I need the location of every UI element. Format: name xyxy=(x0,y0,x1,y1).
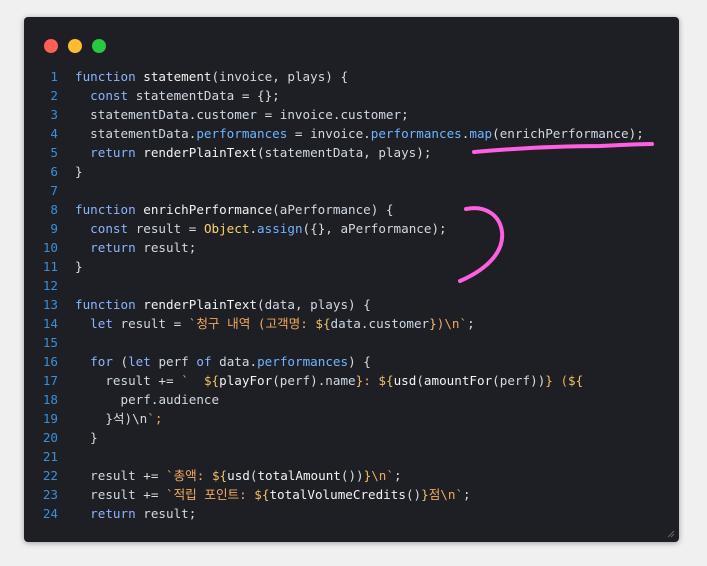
code-text: return result; xyxy=(90,240,197,255)
code-text: result += `적립 포인트: ${totalVolumeCredits(… xyxy=(90,487,471,502)
line-number: 23 xyxy=(42,487,58,502)
code-line: 20 } xyxy=(24,428,679,447)
code-line: 3 statementData.customer = invoice.custo… xyxy=(24,105,679,124)
code-text: perf.audience xyxy=(120,392,220,407)
code-window: 1 function statement(invoice, plays) { 2 c… xyxy=(24,17,679,542)
close-button[interactable] xyxy=(44,39,58,53)
code-line: 9 const result = Object.assign({}, aPerf… xyxy=(24,219,679,238)
code-line: 19 }석)\n`; xyxy=(24,409,679,428)
code-text: return renderPlainText(statementData, pl… xyxy=(90,145,432,160)
line-number: 2 xyxy=(50,88,58,103)
line-number: 15 xyxy=(42,335,58,350)
code-text: function enrichPerformance(aPerformance)… xyxy=(75,202,394,217)
code-line: 4 statementData.performances = invoice.p… xyxy=(24,124,679,143)
code-block: 1 function statement(invoice, plays) { 2 c… xyxy=(24,67,679,523)
code-line: 16 for (let perf of data.performances) { xyxy=(24,352,679,371)
line-number: 21 xyxy=(42,449,58,464)
code-line: 1 function statement(invoice, plays) { xyxy=(24,67,679,86)
code-text: for (let perf of data.performances) { xyxy=(90,354,371,369)
line-number: 11 xyxy=(42,259,58,274)
line-number: 3 xyxy=(50,107,58,122)
line-number: 10 xyxy=(42,240,58,255)
line-number: 8 xyxy=(50,202,58,217)
line-number: 18 xyxy=(42,392,58,407)
code-line: 15 xyxy=(24,333,679,352)
window-controls xyxy=(44,39,106,53)
line-number: 16 xyxy=(42,354,58,369)
code-line: 23 result += `적립 포인트: ${totalVolumeCredi… xyxy=(24,485,679,504)
code-text: } xyxy=(75,164,83,179)
code-line: 17 result += ` ${playFor(perf).name}: ${… xyxy=(24,371,679,390)
code-text: result += ` ${playFor(perf).name}: ${usd… xyxy=(105,373,584,388)
code-line: 14 let result = `청구 내역 (고객명: ${data.cust… xyxy=(24,314,679,333)
minimize-button[interactable] xyxy=(68,39,82,53)
code-line: 6} xyxy=(24,162,679,181)
code-line: 5 return renderPlainText(statementData, … xyxy=(24,143,679,162)
code-text: } xyxy=(75,259,83,274)
code-line: 7 xyxy=(24,181,679,200)
line-number: 7 xyxy=(50,183,58,198)
line-number: 12 xyxy=(42,278,58,293)
code-line: 12 xyxy=(24,276,679,295)
line-number: 20 xyxy=(42,430,58,445)
code-text: } xyxy=(75,430,98,445)
code-text: statementData.customer = invoice.custome… xyxy=(90,107,409,122)
code-text: result += `총액: ${usd(totalAmount())}\n`; xyxy=(90,468,402,483)
code-text: statementData.performances = invoice.per… xyxy=(90,126,644,141)
code-line: 2 const statementData = {}; xyxy=(24,86,679,105)
line-number: 24 xyxy=(42,506,58,521)
code-line: 11} xyxy=(24,257,679,276)
resize-handle-icon[interactable] xyxy=(667,530,675,538)
code-line: 21 xyxy=(24,447,679,466)
code-text: function renderPlainText(data, plays) { xyxy=(75,297,371,312)
code-text: const statementData = {}; xyxy=(90,88,280,103)
line-number: 19 xyxy=(42,411,58,426)
code-line: 18 perf.audience xyxy=(24,390,679,409)
line-number: 1 xyxy=(50,69,58,84)
line-number: 13 xyxy=(42,297,58,312)
code-text: return result; xyxy=(90,506,197,521)
code-line: 22 result += `총액: ${usd(totalAmount())}\… xyxy=(24,466,679,485)
code-line: 24 return result; xyxy=(24,504,679,523)
code-line: 8 function enrichPerformance(aPerformance… xyxy=(24,200,679,219)
code-line: 10 return result; xyxy=(24,238,679,257)
line-number: 17 xyxy=(42,373,58,388)
line-number: 14 xyxy=(42,316,58,331)
line-number: 6 xyxy=(50,164,58,179)
line-number: 22 xyxy=(42,468,58,483)
line-number: 4 xyxy=(50,126,58,141)
code-text: const result = Object.assign({}, aPerfor… xyxy=(90,221,447,236)
code-text: }석)\n`; xyxy=(75,411,163,426)
code-text: let result = `청구 내역 (고객명: ${data.custome… xyxy=(90,316,475,331)
code-line: 13 function renderPlainText(data, plays) … xyxy=(24,295,679,314)
maximize-button[interactable] xyxy=(92,39,106,53)
line-number: 9 xyxy=(50,221,58,236)
code-text: function statement(invoice, plays) { xyxy=(75,69,349,84)
line-number: 5 xyxy=(50,145,58,160)
